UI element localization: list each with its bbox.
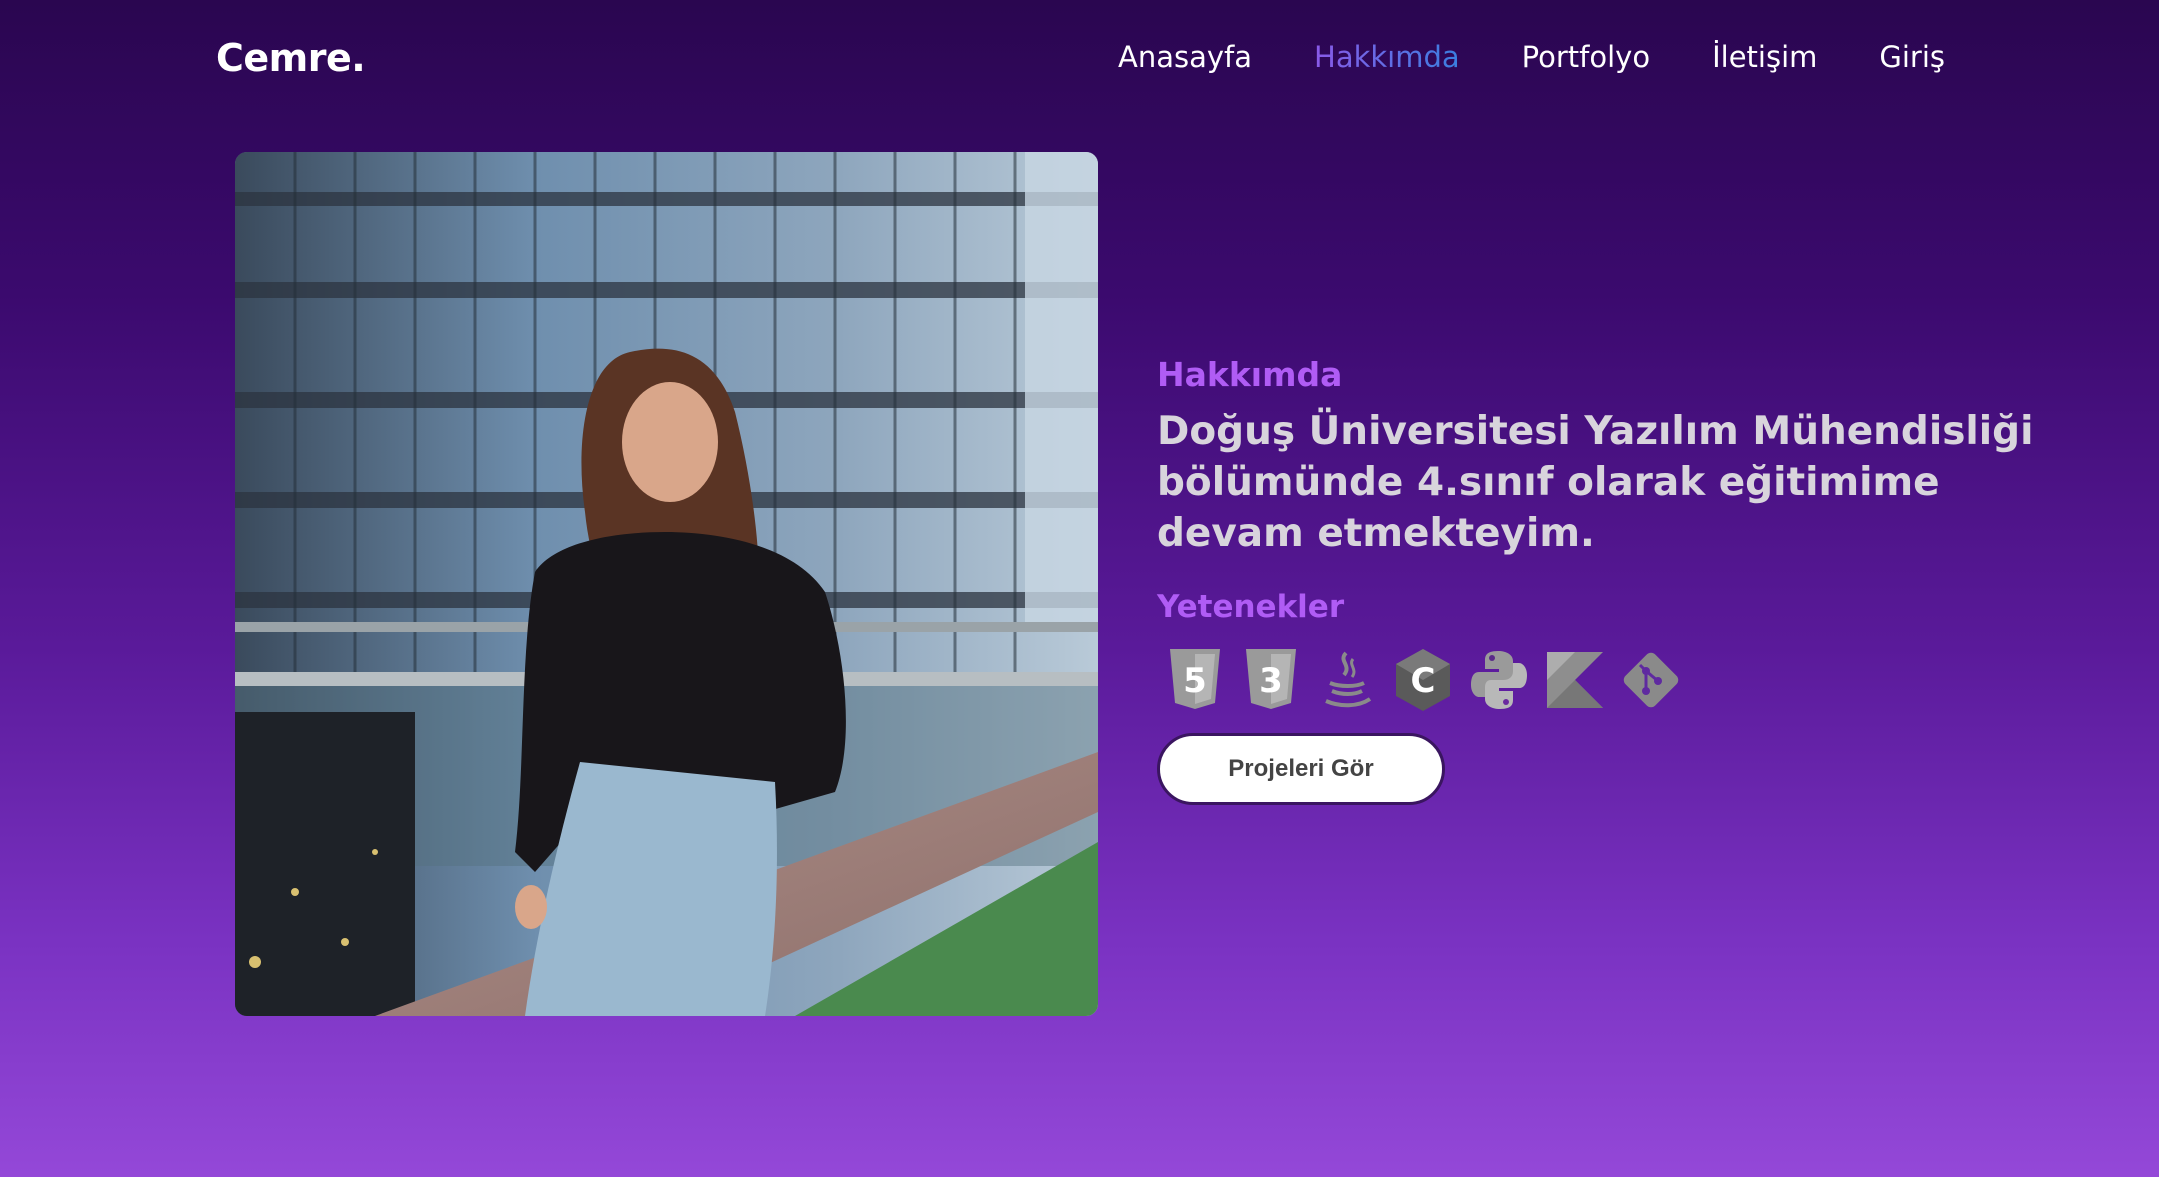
java-icon	[1316, 647, 1378, 713]
skills-label: Yetenekler	[1157, 589, 1345, 625]
html5-icon: 5	[1164, 647, 1226, 713]
about-section: Hakkımda Doğuş Üniversitesi Yazılım Mühe…	[1157, 355, 2037, 805]
css3-icon: 3	[1240, 647, 1302, 713]
c-glyph: C	[1411, 661, 1436, 701]
main-nav: Anasayfa Hakkımda Portfolyo İletişim Gir…	[1118, 40, 1945, 74]
nav-link-giris[interactable]: Giriş	[1879, 40, 1945, 74]
view-projects-button[interactable]: Projeleri Gör	[1157, 733, 1445, 805]
html5-glyph: 5	[1183, 661, 1207, 701]
nav-link-iletisim[interactable]: İletişim	[1712, 40, 1817, 74]
kotlin-icon	[1544, 647, 1606, 713]
profile-photo	[235, 152, 1098, 1016]
git-icon	[1620, 647, 1682, 713]
site-logo[interactable]: Cemre.	[216, 36, 366, 80]
nav-link-portfolyo[interactable]: Portfolyo	[1522, 40, 1650, 74]
c-icon: C	[1392, 647, 1454, 713]
css3-glyph: 3	[1259, 661, 1283, 701]
skills-list: 5 3 C	[1164, 647, 2037, 713]
section-label: Hakkımda	[1157, 355, 1343, 394]
navbar: Cemre. Anasayfa Hakkımda Portfolyo İleti…	[0, 0, 2159, 120]
nav-link-hakkimda[interactable]: Hakkımda	[1314, 40, 1460, 74]
about-headline: Doğuş Üniversitesi Yazılım Mühendisliği …	[1157, 409, 2034, 556]
python-icon	[1468, 647, 1530, 713]
nav-link-anasayfa[interactable]: Anasayfa	[1118, 40, 1252, 74]
